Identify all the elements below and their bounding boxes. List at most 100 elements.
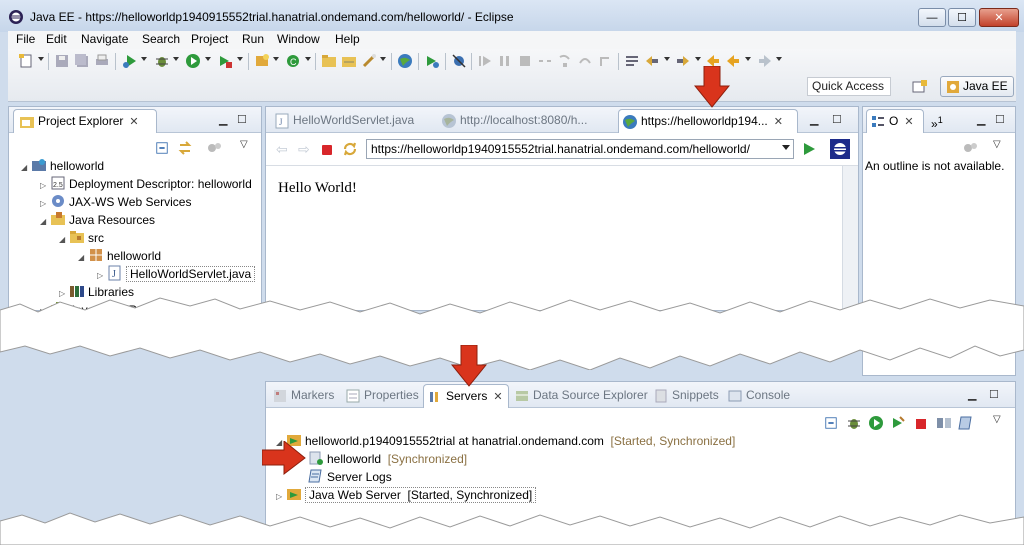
minimize-view-icon[interactable]: ▁: [219, 113, 227, 126]
browser-url-input[interactable]: https://helloworldp1940915552trial.hanat…: [366, 139, 794, 159]
server-logs-row[interactable]: Server Logs: [308, 468, 392, 486]
tab-project-explorer[interactable]: Project Explorer ✕: [13, 109, 157, 133]
browser-go-icon[interactable]: [802, 142, 816, 156]
tab-outline[interactable]: O ✕: [866, 109, 924, 133]
expanded-icon[interactable]: ◢: [59, 231, 69, 249]
tab-markers[interactable]: Markers: [269, 384, 341, 408]
new-class-icon[interactable]: C: [285, 53, 301, 69]
close-icon[interactable]: ✕: [129, 116, 138, 128]
new-server-icon[interactable]: [254, 53, 270, 69]
tab-helloworldservlet-java[interactable]: J HelloWorldServlet.java: [269, 109, 429, 133]
view-menu-icon[interactable]: ▽: [993, 414, 1001, 425]
maximize-view-icon[interactable]: ☐: [237, 113, 247, 126]
tree-item-helloworldservlet-java[interactable]: ▷ J HelloWorldServlet.java: [97, 265, 256, 283]
expanded-icon[interactable]: ◢: [21, 159, 31, 177]
view-menu-icon[interactable]: ▽: [240, 139, 248, 150]
expanded-icon[interactable]: ◢: [40, 213, 50, 231]
expanded-icon[interactable]: ◢: [78, 249, 88, 267]
profile-server-icon[interactable]: [890, 415, 906, 431]
collapsed-icon[interactable]: ▷: [276, 488, 286, 506]
run-on-server-icon[interactable]: [424, 53, 440, 69]
external-tools-icon[interactable]: [217, 53, 233, 69]
close-button[interactable]: ✕: [979, 8, 1019, 27]
search-icon[interactable]: [361, 53, 377, 69]
debug-icon[interactable]: [154, 53, 170, 69]
perspective-java-ee-button[interactable]: Java EE: [940, 76, 1014, 97]
new-icon[interactable]: [18, 53, 34, 69]
tree-item-src[interactable]: ◢ src: [59, 229, 104, 247]
open-perspective-icon[interactable]: [912, 79, 928, 95]
url-dropdown-icon[interactable]: [782, 145, 790, 150]
minimize-button[interactable]: —: [918, 8, 946, 27]
menu-edit[interactable]: Edit: [46, 32, 67, 46]
save-icon[interactable]: [54, 53, 70, 69]
tab-localhost[interactable]: http://localhost:8080/h...: [436, 109, 616, 133]
publish-icon[interactable]: [936, 415, 952, 431]
maximize-view-icon[interactable]: ☐: [995, 113, 1005, 126]
close-icon[interactable]: ✕: [493, 391, 502, 403]
step-over-icon[interactable]: [577, 53, 593, 69]
module-row-helloworld[interactable]: helloworld [Synchronized]: [308, 450, 467, 468]
tree-item-jax-ws-web-services[interactable]: ▷ JAX-WS Web Services: [40, 193, 191, 211]
tree-item-helloworld[interactable]: ◢ helloworld: [21, 157, 104, 175]
menu-window[interactable]: Window: [277, 32, 320, 46]
maximize-view-icon[interactable]: ☐: [989, 388, 999, 401]
tree-item-java-resources[interactable]: ◢ Java Resources: [40, 211, 155, 229]
quick-access-field[interactable]: Quick Access: [807, 77, 891, 96]
next-annotation-icon[interactable]: [644, 53, 660, 69]
open-resource-icon[interactable]: [341, 53, 357, 69]
stop-server-icon[interactable]: [916, 419, 926, 429]
minimize-view-icon[interactable]: ▁: [968, 388, 976, 401]
maximize-button[interactable]: ☐: [948, 8, 976, 27]
maximize-view-icon[interactable]: ☐: [832, 113, 842, 126]
minimize-view-icon[interactable]: ▁: [810, 113, 818, 126]
print-icon[interactable]: [94, 53, 110, 69]
collapse-all-icon[interactable]: [155, 141, 169, 155]
prev-annotation-icon[interactable]: [675, 53, 691, 69]
clean-icon[interactable]: [958, 415, 974, 431]
tab-properties[interactable]: Properties: [342, 384, 422, 408]
skip-breakpoints-icon[interactable]: [451, 53, 467, 69]
step-into-icon[interactable]: [557, 53, 573, 69]
debug-server-icon[interactable]: [846, 415, 862, 431]
title-bar[interactable]: Java EE - https://helloworldp1940915552t…: [0, 0, 1024, 32]
menu-project[interactable]: Project: [191, 32, 228, 46]
forward-icon[interactable]: [757, 53, 773, 69]
disconnect-icon[interactable]: [537, 53, 553, 69]
server-row-java-web-server[interactable]: ▷ Java Web Server [Started, Synchronized]: [276, 486, 537, 506]
server-row-hanatrial[interactable]: ◢ helloworld.p1940915552trial at hanatria…: [276, 432, 735, 450]
debug-run-icon[interactable]: [122, 53, 138, 69]
tab-console[interactable]: Console: [724, 384, 796, 408]
tab-hidden-views[interactable]: »1: [927, 109, 957, 133]
save-all-icon[interactable]: [74, 53, 90, 69]
open-type-icon[interactable]: [321, 53, 337, 69]
minimize-view-icon[interactable]: ▁: [977, 113, 985, 126]
tab-data-source-explorer[interactable]: Data Source Explorer: [511, 384, 648, 408]
filters-icon[interactable]: [207, 141, 223, 155]
browser-back-icon[interactable]: ⇦: [276, 141, 288, 158]
browser-forward-icon[interactable]: ⇨: [298, 141, 310, 158]
run-icon[interactable]: [185, 53, 201, 69]
browser-stop-icon[interactable]: [322, 145, 332, 155]
menu-search[interactable]: Search: [142, 32, 180, 46]
start-server-icon[interactable]: [868, 415, 884, 431]
collapse-all-icon[interactable]: [824, 416, 838, 430]
tree-item-helloworld[interactable]: ◢ helloworld: [78, 247, 161, 265]
filters-icon[interactable]: [963, 141, 979, 155]
web-browser-icon[interactable]: [397, 53, 413, 69]
annotation-icon[interactable]: [624, 53, 640, 69]
browser-refresh-icon[interactable]: [342, 141, 358, 157]
menu-navigate[interactable]: Navigate: [81, 32, 128, 46]
tab-servers[interactable]: Servers ✕: [423, 384, 509, 408]
link-with-editor-icon[interactable]: [177, 140, 193, 156]
tab-helloworld-browser[interactable]: https://helloworldp194... ✕: [618, 109, 798, 133]
menu-run[interactable]: Run: [242, 32, 264, 46]
tab-snippets[interactable]: Snippets: [650, 384, 722, 408]
step-return-icon[interactable]: [597, 53, 613, 69]
view-menu-icon[interactable]: ▽: [993, 139, 1001, 150]
terminate-icon[interactable]: [517, 53, 533, 69]
close-icon[interactable]: ✕: [774, 116, 783, 128]
close-icon[interactable]: ✕: [904, 116, 913, 128]
menu-file[interactable]: File: [16, 32, 35, 46]
menu-help[interactable]: Help: [335, 32, 360, 46]
